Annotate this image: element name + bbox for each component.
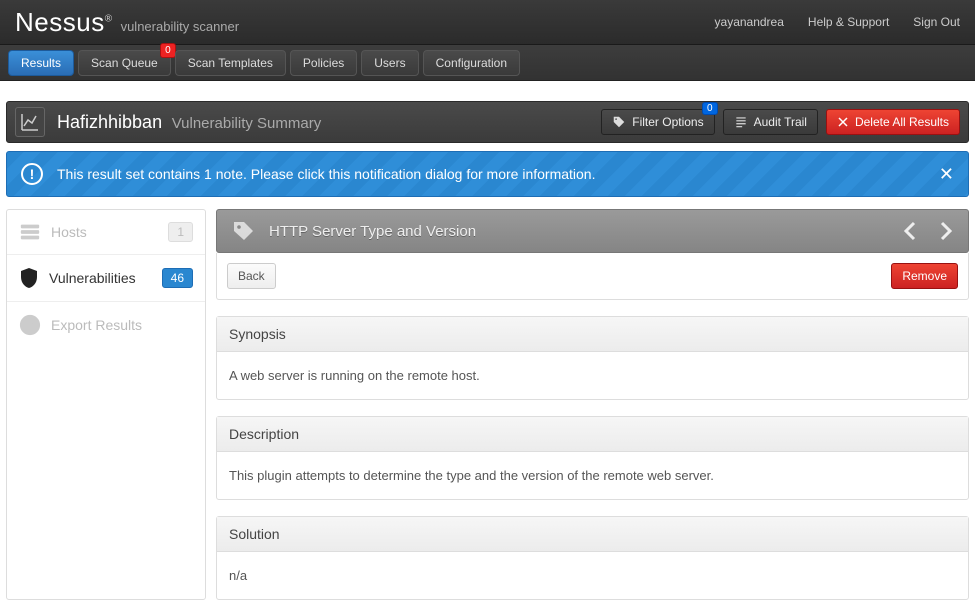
nav-results[interactable]: Results bbox=[8, 50, 74, 76]
sidebar-item-hosts[interactable]: Hosts 1 bbox=[7, 210, 205, 255]
notification-alert[interactable]: ! This result set contains 1 note. Pleas… bbox=[6, 151, 969, 197]
content: HTTP Server Type and Version Back Remove… bbox=[216, 209, 969, 600]
vulnerability-title: HTTP Server Type and Version bbox=[269, 223, 476, 240]
nav-scan-queue-label: Scan Queue bbox=[91, 56, 158, 70]
sidebar-item-vulnerabilities[interactable]: Vulnerabilities 46 bbox=[7, 255, 205, 302]
panel-synopsis: Synopsis A web server is running on the … bbox=[216, 316, 969, 400]
delete-all-button[interactable]: Delete All Results bbox=[826, 109, 960, 135]
hosts-label: Hosts bbox=[51, 224, 87, 240]
filter-badge: 0 bbox=[702, 102, 718, 115]
panel-solution-title: Solution bbox=[217, 517, 968, 552]
chevron-left-icon[interactable] bbox=[902, 219, 918, 243]
panel-description-title: Description bbox=[217, 417, 968, 452]
vulnerabilities-label: Vulnerabilities bbox=[49, 270, 136, 286]
back-button[interactable]: Back bbox=[227, 263, 276, 289]
hosts-icon bbox=[19, 222, 41, 242]
user-name-link[interactable]: yayanandrea bbox=[715, 15, 784, 29]
signout-link[interactable]: Sign Out bbox=[913, 15, 960, 29]
list-icon bbox=[734, 115, 748, 129]
action-row: Back Remove bbox=[216, 253, 969, 300]
vulnerability-header: HTTP Server Type and Version bbox=[216, 209, 969, 253]
audit-trail-label: Audit Trail bbox=[754, 115, 807, 129]
alert-text: This result set contains 1 note. Please … bbox=[57, 166, 595, 182]
export-label: Export Results bbox=[51, 317, 142, 333]
info-icon: ! bbox=[21, 163, 43, 185]
user-links: yayanandrea Help & Support Sign Out bbox=[715, 15, 960, 29]
delete-all-label: Delete All Results bbox=[855, 115, 949, 129]
help-link[interactable]: Help & Support bbox=[808, 15, 889, 29]
panel-synopsis-title: Synopsis bbox=[217, 317, 968, 352]
chart-icon bbox=[15, 107, 45, 137]
sidebar: Hosts 1 Vulnerabilities 46 Export Result… bbox=[6, 209, 206, 600]
brand-name: Nessus® bbox=[15, 7, 113, 38]
panel-synopsis-body: A web server is running on the remote ho… bbox=[217, 352, 968, 399]
sidebar-item-export[interactable]: Export Results bbox=[7, 302, 205, 348]
page-title: Hafizhhibban bbox=[57, 112, 162, 132]
topbar: Nessus® vulnerability scanner yayanandre… bbox=[0, 0, 975, 45]
tag-icon bbox=[231, 219, 255, 243]
nav-configuration[interactable]: Configuration bbox=[423, 50, 520, 76]
navbar: Results Scan Queue 0 Scan Templates Poli… bbox=[0, 45, 975, 81]
hosts-count: 1 bbox=[168, 222, 193, 242]
filter-options-label: Filter Options bbox=[632, 115, 703, 129]
alert-close-button[interactable]: ✕ bbox=[939, 164, 954, 185]
nav-policies[interactable]: Policies bbox=[290, 50, 357, 76]
remove-button[interactable]: Remove bbox=[891, 263, 958, 289]
panel-description-body: This plugin attempts to determine the ty… bbox=[217, 452, 968, 499]
audit-trail-button[interactable]: Audit Trail bbox=[723, 109, 818, 135]
nav-users[interactable]: Users bbox=[361, 50, 418, 76]
brand: Nessus® vulnerability scanner bbox=[15, 7, 239, 38]
shield-icon bbox=[19, 267, 39, 289]
nav-scan-queue[interactable]: Scan Queue 0 bbox=[78, 50, 171, 76]
page-subtitle: Vulnerability Summary bbox=[172, 115, 322, 132]
scan-queue-badge: 0 bbox=[160, 43, 176, 58]
brand-subtitle: vulnerability scanner bbox=[121, 19, 240, 34]
page-header: Hafizhhibban Vulnerability Summary Filte… bbox=[6, 101, 969, 143]
panel-solution-body: n/a bbox=[217, 552, 968, 599]
nav-scan-templates[interactable]: Scan Templates bbox=[175, 50, 286, 76]
tag-icon bbox=[612, 115, 626, 129]
vulnerabilities-count: 46 bbox=[162, 268, 193, 288]
download-icon bbox=[19, 314, 41, 336]
filter-options-button[interactable]: Filter Options 0 bbox=[601, 109, 714, 135]
panel-description: Description This plugin attempts to dete… bbox=[216, 416, 969, 500]
chevron-right-icon[interactable] bbox=[938, 219, 954, 243]
panel-solution: Solution n/a bbox=[216, 516, 969, 600]
page-title-wrap: Hafizhhibban Vulnerability Summary bbox=[57, 112, 321, 133]
close-icon bbox=[837, 116, 849, 128]
